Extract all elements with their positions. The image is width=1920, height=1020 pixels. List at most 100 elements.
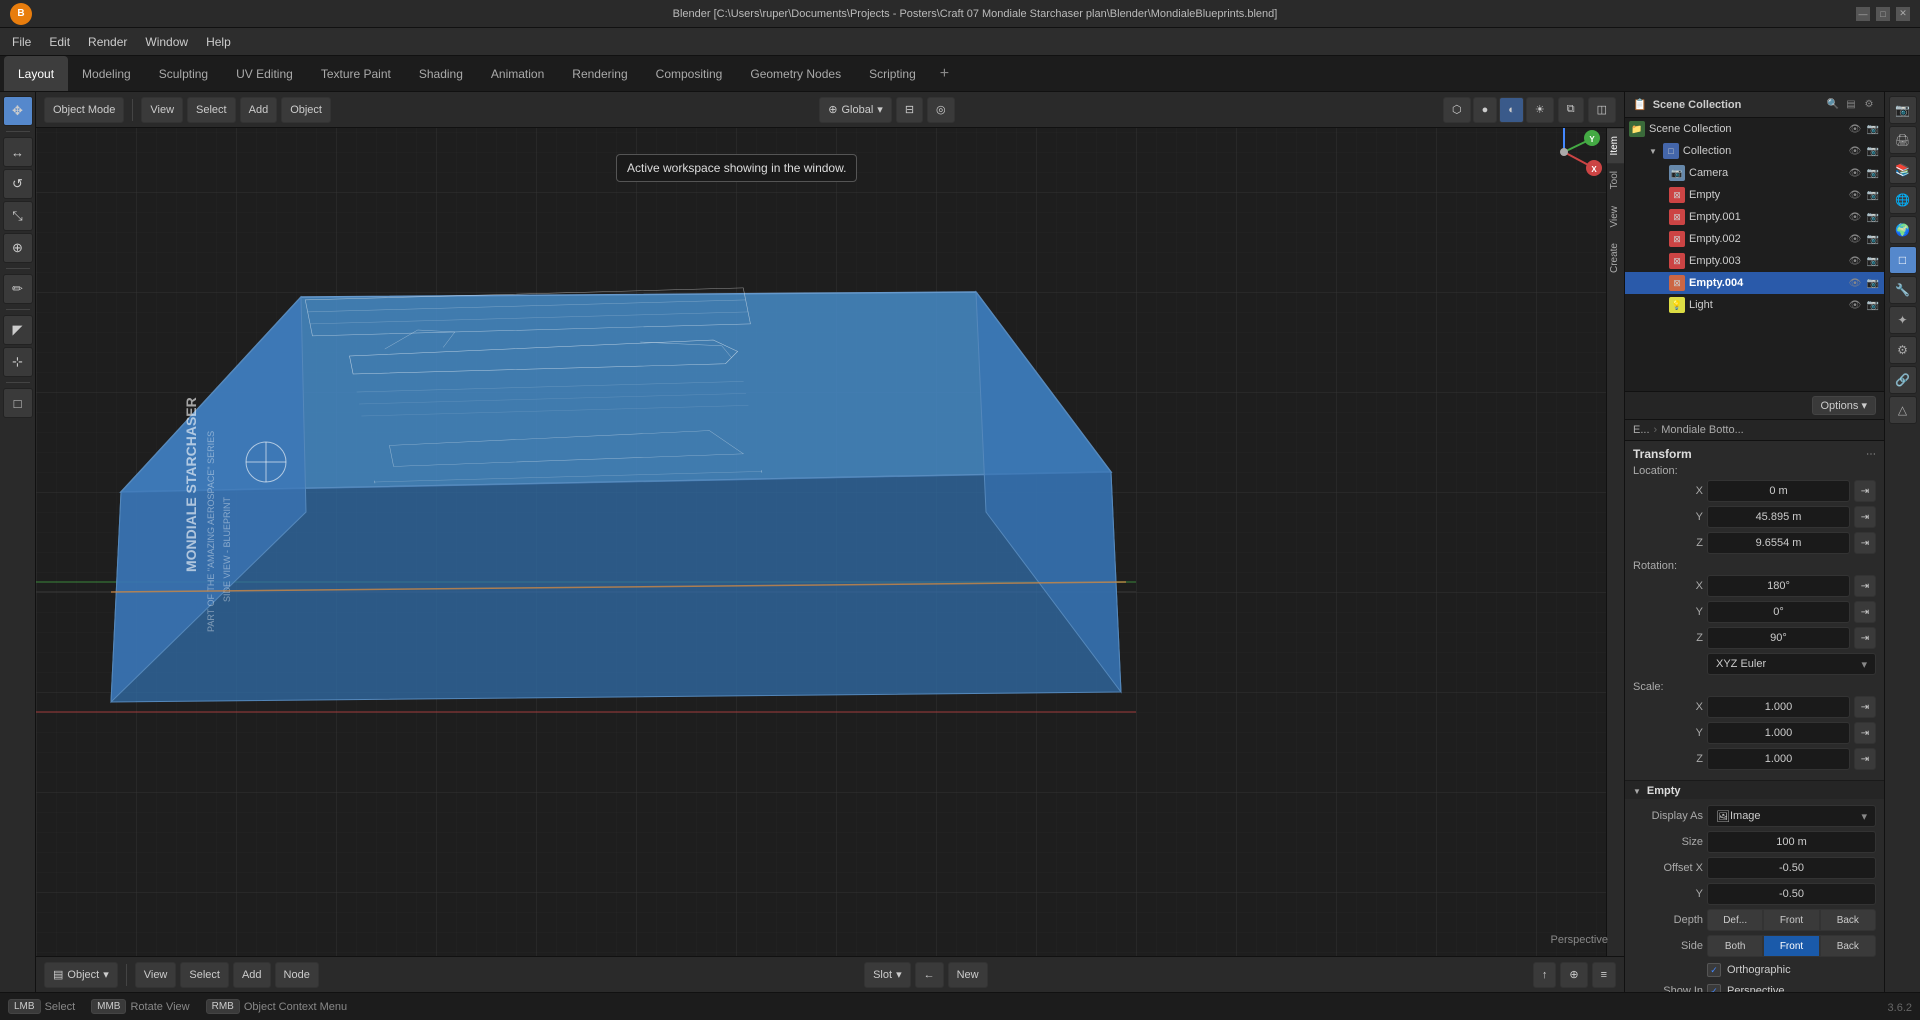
viewer-node-btn[interactable]: ⊕ (1560, 962, 1587, 988)
transform-global-btn[interactable]: ⊕ Global ▾ (819, 97, 892, 123)
outliner-empty[interactable]: ⊠ Empty 👁 📷 (1625, 184, 1884, 206)
rot-x-link[interactable]: ⇥ (1854, 575, 1876, 597)
col-render[interactable]: 📷 (1866, 146, 1880, 157)
tool-transform[interactable]: ⊕ (3, 233, 33, 263)
cam-vis[interactable]: 👁 (1848, 168, 1862, 179)
orthographic-checkbox[interactable] (1707, 963, 1721, 977)
rot-y-link[interactable]: ⇥ (1854, 601, 1876, 623)
minimize-button[interactable]: — (1856, 7, 1870, 21)
solid-shading-btn[interactable]: ● (1473, 97, 1498, 123)
loc-y-link[interactable]: ⇥ (1854, 506, 1876, 528)
loc-z-value[interactable]: 9.6554 m (1707, 532, 1850, 554)
loc-x-value[interactable]: 0 m (1707, 480, 1850, 502)
outliner-empty004[interactable]: ⊠ Empty.004 👁 📷 (1625, 272, 1884, 294)
tab-modeling[interactable]: Modeling (68, 56, 145, 91)
e001-render[interactable]: 📷 (1866, 212, 1880, 223)
scale-y-link[interactable]: ⇥ (1854, 722, 1876, 744)
options-button[interactable]: Options ▾ (1812, 396, 1877, 415)
empty-render[interactable]: 📷 (1866, 190, 1880, 201)
menu-window[interactable]: Window (137, 32, 196, 52)
props-object-btn[interactable]: □ (1889, 246, 1917, 274)
menu-file[interactable]: File (4, 32, 39, 52)
add-workspace-button[interactable]: + (930, 56, 959, 91)
breadcrumb-mondiale[interactable]: Mondiale Botto... (1661, 424, 1744, 436)
outliner-empty002[interactable]: ⊠ Empty.002 👁 📷 (1625, 228, 1884, 250)
add-menu-btn[interactable]: Add (240, 97, 278, 123)
e002-render[interactable]: 📷 (1866, 234, 1880, 245)
outliner-scene-collection[interactable]: 📁 Scene Collection 👁 📷 (1625, 118, 1884, 140)
offset-y-value[interactable]: -0.50 (1707, 883, 1876, 905)
props-world-btn[interactable]: 🌍 (1889, 216, 1917, 244)
bottom-select-btn[interactable]: Select (180, 962, 229, 988)
e003-render[interactable]: 📷 (1866, 256, 1880, 267)
e004-render[interactable]: 📷 (1866, 278, 1880, 289)
tool-move[interactable]: ↔ (3, 137, 33, 167)
loc-y-value[interactable]: 45.895 m (1707, 506, 1850, 528)
tool-cursor[interactable]: ⊹ (3, 347, 33, 377)
e001-vis[interactable]: 👁 (1848, 212, 1862, 223)
tab-geometry-nodes[interactable]: Geometry Nodes (736, 56, 855, 91)
view-menu-btn[interactable]: View (141, 97, 183, 123)
wireframe-shading-btn[interactable]: ⬡ (1443, 97, 1471, 123)
e003-vis[interactable]: 👁 (1848, 256, 1862, 267)
tool-rotate[interactable]: ↺ (3, 169, 33, 199)
side-both-btn[interactable]: Both (1707, 935, 1763, 957)
props-output-btn[interactable]: 🖨 (1889, 126, 1917, 154)
light-render[interactable]: 📷 (1866, 300, 1880, 311)
tab-animation[interactable]: Animation (477, 56, 558, 91)
proportional-edit-btn[interactable]: ◎ (927, 97, 955, 123)
perspective-checkbox[interactable] (1707, 984, 1721, 992)
e004-vis[interactable]: 👁 (1848, 278, 1862, 289)
snapping-btn[interactable]: ⊟ (896, 97, 923, 123)
props-modifier-btn[interactable]: 🔧 (1889, 276, 1917, 304)
scale-x-link[interactable]: ⇥ (1854, 696, 1876, 718)
rotation-mode-dropdown[interactable]: XYZ Euler▾ (1707, 653, 1876, 675)
tool-annotate[interactable]: ✏ (3, 274, 33, 304)
depth-back-btn[interactable]: Back (1820, 909, 1876, 931)
xray-toggle-btn[interactable]: ◫ (1588, 97, 1616, 123)
tab-item[interactable]: Item (1607, 128, 1624, 163)
rot-z-value[interactable]: 90° (1707, 627, 1850, 649)
overlay-toggle-btn[interactable]: ⧉ (1558, 97, 1584, 123)
outliner-display-btn[interactable]: ▤ (1844, 99, 1858, 110)
scene-render-icon[interactable]: 📷 (1866, 124, 1880, 135)
tab-compositing[interactable]: Compositing (642, 56, 737, 91)
tab-texture-paint[interactable]: Texture Paint (307, 56, 405, 91)
scene-vis-icon[interactable]: 👁 (1848, 124, 1862, 135)
slot-dropdown[interactable]: Slot ▾ (864, 962, 911, 988)
outliner-collection[interactable]: ▼ □ Collection 👁 📷 (1625, 140, 1884, 162)
col-vis[interactable]: 👁 (1848, 146, 1862, 157)
props-particles-btn[interactable]: ✦ (1889, 306, 1917, 334)
props-viewlayer-btn[interactable]: 📚 (1889, 156, 1917, 184)
maximize-button[interactable]: □ (1876, 7, 1890, 21)
breadcrumb-e[interactable]: E... (1633, 424, 1650, 436)
transform-collapse[interactable]: ⋯ (1866, 449, 1876, 460)
outliner-settings-btn[interactable]: ⚙ (1862, 99, 1876, 110)
menu-render[interactable]: Render (80, 32, 135, 52)
tool-add[interactable]: □ (3, 388, 33, 418)
new-btn[interactable]: New (948, 962, 988, 988)
scale-z-value[interactable]: 1.000 (1707, 748, 1850, 770)
tab-scripting[interactable]: Scripting (855, 56, 930, 91)
light-vis[interactable]: 👁 (1848, 300, 1862, 311)
rot-y-value[interactable]: 0° (1707, 601, 1850, 623)
rot-x-value[interactable]: 180° (1707, 575, 1850, 597)
side-front-btn[interactable]: Front (1763, 935, 1819, 957)
empty-section-header[interactable]: Empty (1625, 781, 1884, 799)
bottom-view-btn[interactable]: View (135, 962, 177, 988)
object-menu-btn[interactable]: Object (281, 97, 331, 123)
rendered-shading-btn[interactable]: ☀ (1526, 97, 1554, 123)
side-back-btn[interactable]: Back (1820, 935, 1876, 957)
tab-uv-editing[interactable]: UV Editing (222, 56, 307, 91)
display-as-dropdown[interactable]: 🖼Image▾ (1707, 805, 1876, 827)
outliner-empty001[interactable]: ⊠ Empty.001 👁 📷 (1625, 206, 1884, 228)
render-preview-btns[interactable]: ↑ (1533, 962, 1557, 988)
scale-x-value[interactable]: 1.000 (1707, 696, 1850, 718)
depth-def-btn[interactable]: Def... (1707, 909, 1763, 931)
e002-vis[interactable]: 👁 (1848, 234, 1862, 245)
outliner-filter-btn[interactable]: 🔍 (1826, 99, 1840, 110)
tab-create[interactable]: Create (1607, 235, 1624, 281)
cam-render[interactable]: 📷 (1866, 168, 1880, 179)
size-value[interactable]: 100 m (1707, 831, 1876, 853)
scale-y-value[interactable]: 1.000 (1707, 722, 1850, 744)
